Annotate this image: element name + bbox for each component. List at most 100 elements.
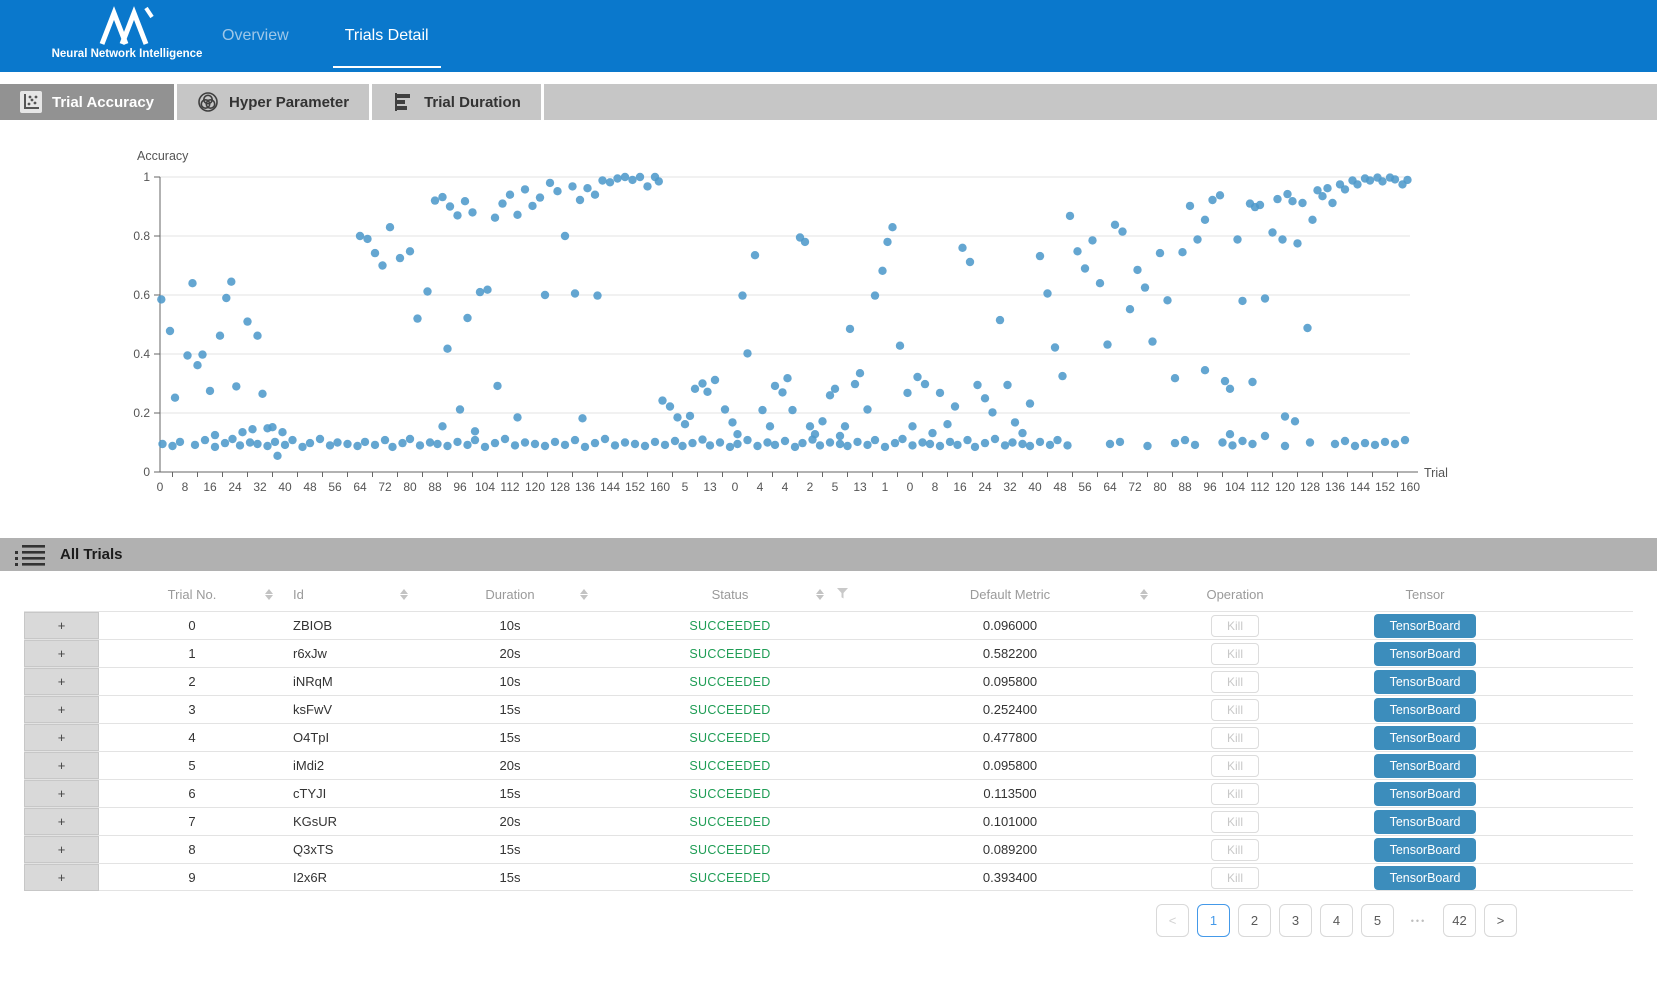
scatter-point[interactable] [733, 430, 741, 438]
scatter-point[interactable] [228, 435, 236, 443]
column-header-id[interactable]: Id [285, 577, 420, 611]
scatter-point[interactable] [1281, 442, 1289, 450]
nav-item-overview[interactable]: Overview [222, 0, 289, 72]
pagination-page-4[interactable]: 4 [1320, 904, 1353, 937]
expand-row-button[interactable]: + [24, 808, 99, 835]
scatter-point[interactable] [446, 202, 454, 210]
scatter-point[interactable] [521, 438, 529, 446]
scatter-point[interactable] [443, 442, 451, 450]
expand-row-button[interactable]: + [24, 780, 99, 807]
scatter-point[interactable] [643, 182, 651, 190]
scatter-point[interactable] [1001, 441, 1009, 449]
scatter-point[interactable] [1081, 264, 1089, 272]
scatter-point[interactable] [221, 439, 229, 447]
scatter-point[interactable] [936, 442, 944, 450]
scatter-point[interactable] [326, 441, 334, 449]
pagination-page-2[interactable]: 2 [1238, 904, 1271, 937]
scatter-point[interactable] [1306, 438, 1314, 446]
scatter-point[interactable] [753, 442, 761, 450]
scatter-point[interactable] [171, 394, 179, 402]
tensorboard-button[interactable]: TensorBoard [1374, 754, 1476, 778]
scatter-point[interactable] [1018, 440, 1026, 448]
scatter-point[interactable] [806, 422, 814, 430]
scatter-point[interactable] [438, 422, 446, 430]
scatter-point[interactable] [953, 441, 961, 449]
scatter-point[interactable] [463, 441, 471, 449]
scatter-point[interactable] [1248, 440, 1256, 448]
scatter-point[interactable] [471, 436, 479, 444]
scatter-point[interactable] [416, 441, 424, 449]
scatter-point[interactable] [431, 196, 439, 204]
kill-button[interactable]: Kill [1211, 783, 1259, 805]
kill-button[interactable]: Kill [1211, 811, 1259, 833]
tensorboard-button[interactable]: TensorBoard [1374, 838, 1476, 862]
scatter-point[interactable] [1156, 249, 1164, 257]
scatter-point[interactable] [936, 389, 944, 397]
scatter-point[interactable] [248, 425, 256, 433]
scatter-point[interactable] [1351, 442, 1359, 450]
scatter-point[interactable] [1381, 438, 1389, 446]
scatter-point[interactable] [583, 184, 591, 192]
scatter-point[interactable] [1171, 439, 1179, 447]
scatter-point[interactable] [1018, 429, 1026, 437]
expand-row-button[interactable]: + [24, 864, 99, 891]
scatter-point[interactable] [763, 438, 771, 446]
scatter-point[interactable] [1008, 438, 1016, 446]
expand-row-button[interactable]: + [24, 724, 99, 751]
scatter-point[interactable] [298, 443, 306, 451]
scatter-point[interactable] [253, 332, 261, 340]
sort-carets-icon[interactable] [265, 589, 273, 600]
scatter-point[interactable] [1318, 192, 1326, 200]
scatter-point[interactable] [483, 286, 491, 294]
scatter-point[interactable] [726, 443, 734, 451]
scatter-point[interactable] [943, 420, 951, 428]
scatter-point[interactable] [268, 423, 276, 431]
scatter-point[interactable] [253, 440, 261, 448]
scatter-point[interactable] [758, 406, 766, 414]
scatter-point[interactable] [818, 417, 826, 425]
scatter-point[interactable] [1066, 212, 1074, 220]
scatter-point[interactable] [273, 452, 281, 460]
scatter-point[interactable] [611, 441, 619, 449]
filter-funnel-icon[interactable] [837, 587, 848, 602]
expand-row-button[interactable]: + [24, 640, 99, 667]
scatter-point[interactable] [1026, 399, 1034, 407]
scatter-point[interactable] [216, 332, 224, 340]
kill-button[interactable]: Kill [1211, 867, 1259, 889]
sort-carets-icon[interactable] [580, 589, 588, 600]
scatter-point[interactable] [826, 438, 834, 446]
pagination-page-3[interactable]: 3 [1279, 904, 1312, 937]
scatter-point[interactable] [863, 441, 871, 449]
scatter-point[interactable] [908, 441, 916, 449]
scatter-point[interactable] [1256, 201, 1264, 209]
scatter-point[interactable] [903, 389, 911, 397]
scatter-point[interactable] [841, 422, 849, 430]
scatter-point[interactable] [388, 443, 396, 451]
tab-hyper-parameter[interactable]: Hyper Parameter [177, 84, 372, 120]
scatter-point[interactable] [1366, 176, 1374, 184]
scatter-point[interactable] [631, 440, 639, 448]
scatter-point[interactable] [1261, 432, 1269, 440]
scatter-point[interactable] [1186, 202, 1194, 210]
scatter-point[interactable] [926, 440, 934, 448]
scatter-point[interactable] [958, 244, 966, 252]
scatter-point[interactable] [1051, 343, 1059, 351]
scatter-point[interactable] [1208, 196, 1216, 204]
scatter-point[interactable] [628, 176, 636, 184]
scatter-point[interactable] [996, 316, 1004, 324]
scatter-point[interactable] [493, 382, 501, 390]
scatter-point[interactable] [641, 442, 649, 450]
kill-button[interactable]: Kill [1211, 671, 1259, 693]
scatter-point[interactable] [655, 177, 663, 185]
tab-trial-duration[interactable]: Trial Duration [372, 84, 544, 120]
scatter-point[interactable] [581, 443, 589, 451]
scatter-point[interactable] [461, 197, 469, 205]
kill-button[interactable]: Kill [1211, 699, 1259, 721]
scatter-point[interactable] [1308, 216, 1316, 224]
scatter-point[interactable] [1248, 378, 1256, 386]
scatter-point[interactable] [1303, 324, 1311, 332]
scatter-point[interactable] [966, 258, 974, 266]
scatter-point[interactable] [361, 438, 369, 446]
scatter-point[interactable] [578, 414, 586, 422]
scatter-point[interactable] [426, 438, 434, 446]
